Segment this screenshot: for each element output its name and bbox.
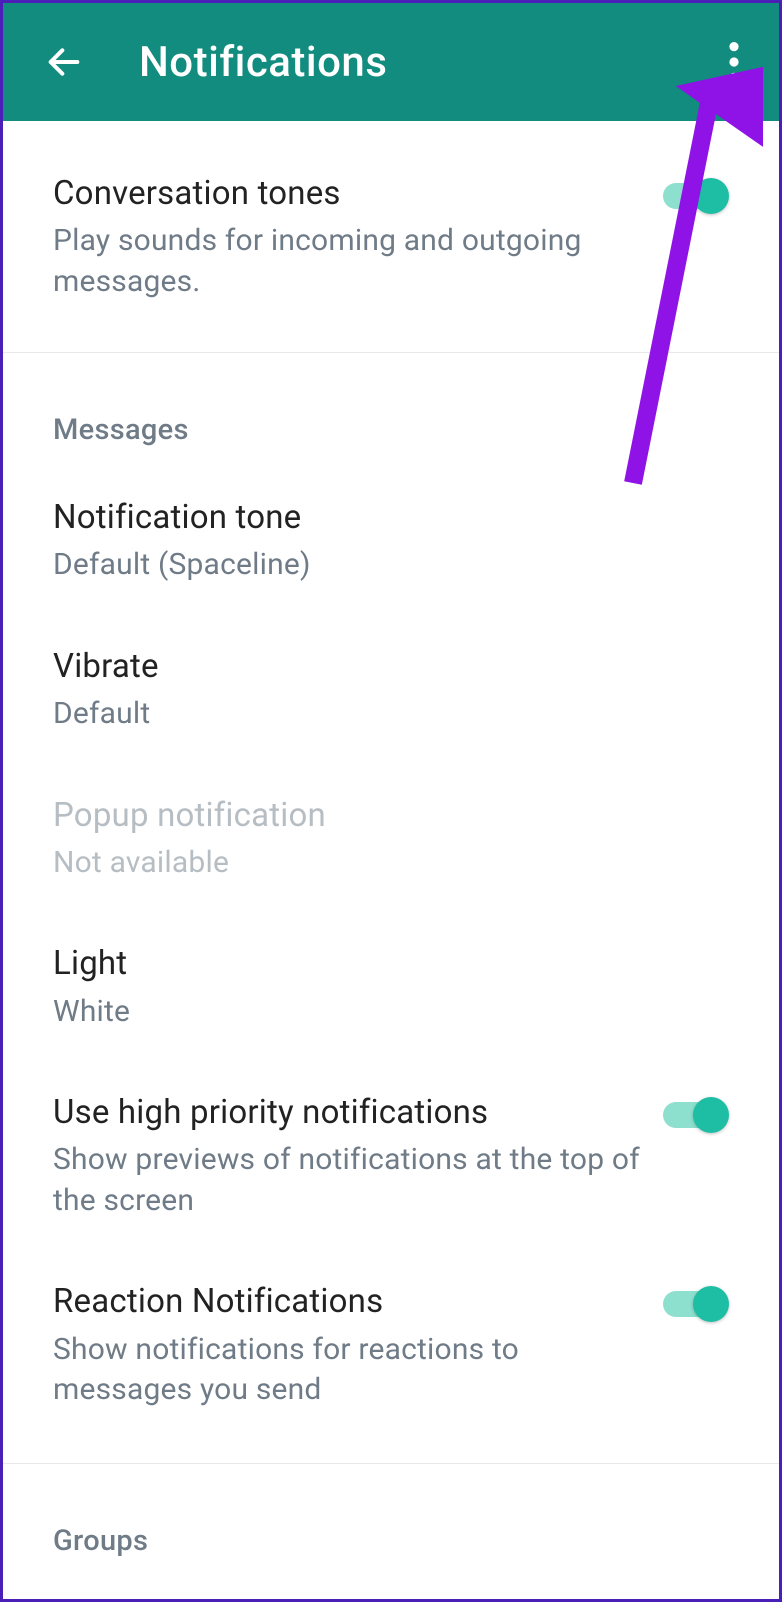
messages-section-label: Messages bbox=[3, 353, 779, 467]
popup-notification-item: Popup notification Not available bbox=[3, 765, 779, 914]
app-bar: Notifications bbox=[3, 3, 779, 121]
switch-thumb bbox=[693, 178, 729, 214]
conversation-tones-title: Conversation tones bbox=[53, 173, 647, 215]
reaction-notifications-item[interactable]: Reaction Notifications Show notification… bbox=[3, 1251, 779, 1440]
more-options-button[interactable] bbox=[709, 37, 759, 87]
popup-title: Popup notification bbox=[53, 795, 729, 837]
switch-thumb bbox=[693, 1097, 729, 1133]
conversation-tones-item[interactable]: Conversation tones Play sounds for incom… bbox=[3, 121, 779, 353]
high-priority-title: Use high priority notifications bbox=[53, 1092, 647, 1134]
conversation-tones-text: Conversation tones Play sounds for incom… bbox=[53, 173, 647, 302]
reaction-notifications-switch[interactable] bbox=[657, 1281, 729, 1325]
back-arrow-icon bbox=[44, 42, 84, 82]
high-priority-switch[interactable] bbox=[657, 1092, 729, 1136]
more-vertical-icon bbox=[729, 42, 739, 82]
light-title: Light bbox=[53, 943, 729, 985]
conversation-tones-switch[interactable] bbox=[657, 173, 729, 217]
notification-tone-value: Default (Spaceline) bbox=[53, 545, 729, 586]
vibrate-item[interactable]: Vibrate Default bbox=[3, 616, 779, 765]
conversation-tones-subtitle: Play sounds for incoming and outgoing me… bbox=[53, 221, 647, 302]
high-priority-subtitle: Show previews of notifications at the to… bbox=[53, 1140, 647, 1221]
groups-section-label: Groups bbox=[3, 1464, 779, 1578]
switch-thumb bbox=[693, 1286, 729, 1322]
light-value: White bbox=[53, 992, 729, 1033]
back-button[interactable] bbox=[39, 37, 89, 87]
vibrate-value: Default bbox=[53, 694, 729, 735]
notification-tone-title: Notification tone bbox=[53, 497, 729, 539]
reaction-subtitle: Show notifications for reactions to mess… bbox=[53, 1330, 647, 1411]
high-priority-item[interactable]: Use high priority notifications Show pre… bbox=[3, 1062, 779, 1251]
reaction-title: Reaction Notifications bbox=[53, 1281, 647, 1323]
page-title: Notifications bbox=[139, 38, 387, 87]
vibrate-title: Vibrate bbox=[53, 646, 729, 688]
light-item[interactable]: Light White bbox=[3, 913, 779, 1062]
popup-value: Not available bbox=[53, 843, 729, 884]
notification-tone-item[interactable]: Notification tone Default (Spaceline) bbox=[3, 467, 779, 616]
